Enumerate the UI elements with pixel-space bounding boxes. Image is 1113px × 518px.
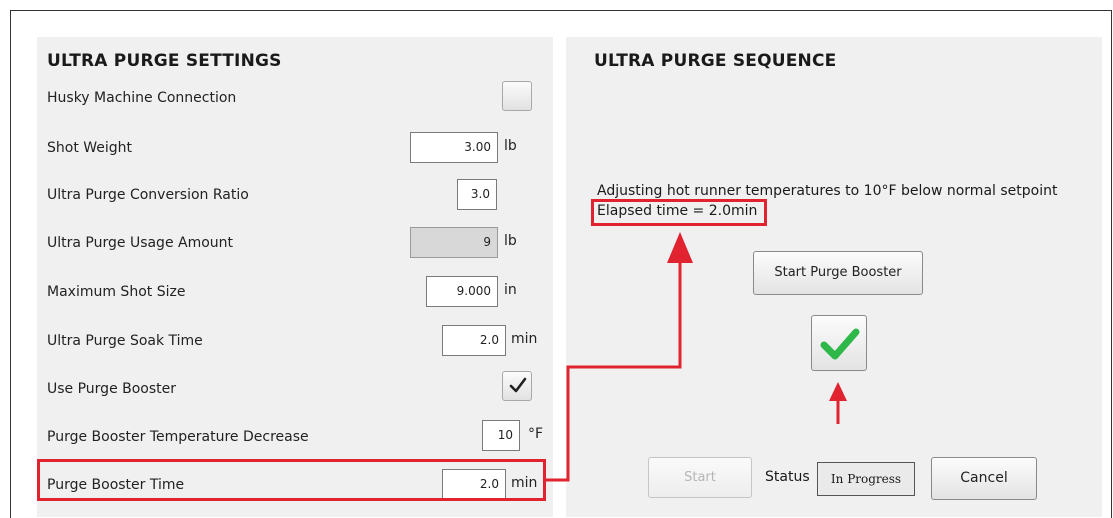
highlight-booster-time: [37, 459, 546, 501]
checkmark-icon: [509, 377, 527, 393]
usage-amount-unit: lb: [504, 233, 517, 249]
shot-weight-label: Shot Weight: [47, 140, 133, 156]
status-message: Adjusting hot runner temperatures to 10°…: [597, 183, 1058, 199]
use-booster-label: Use Purge Booster: [47, 381, 177, 397]
conversion-ratio-field[interactable]: 3.0: [457, 179, 497, 210]
max-shot-size-unit: in: [504, 282, 517, 298]
soak-time-label: Ultra Purge Soak Time: [47, 333, 203, 349]
cancel-button[interactable]: Cancel: [931, 457, 1037, 500]
max-shot-size-field[interactable]: 9.000: [426, 276, 498, 307]
start-button[interactable]: Start: [648, 457, 752, 498]
soak-time-field[interactable]: 2.0: [442, 325, 506, 356]
settings-title: ULTRA PURGE SETTINGS: [47, 51, 282, 71]
status-label: Status: [765, 469, 810, 485]
settings-panel: ULTRA PURGE SETTINGS Husky Machine Conne…: [37, 37, 553, 517]
use-booster-checkbox[interactable]: [502, 371, 532, 401]
husky-connection-label: Husky Machine Connection: [47, 90, 237, 106]
usage-amount-label: Ultra Purge Usage Amount: [47, 235, 234, 251]
booster-done-button[interactable]: [811, 315, 867, 371]
temp-decrease-label: Purge Booster Temperature Decrease: [47, 429, 309, 445]
sequence-panel: ULTRA PURGE SEQUENCE Adjusting hot runne…: [566, 37, 1102, 517]
sequence-title: ULTRA PURGE SEQUENCE: [594, 51, 837, 71]
conversion-ratio-label: Ultra Purge Conversion Ratio: [47, 187, 249, 203]
start-purge-booster-button[interactable]: Start Purge Booster: [753, 251, 923, 295]
temp-decrease-unit: °F: [528, 426, 544, 442]
soak-time-unit: min: [511, 331, 538, 347]
status-badge: In Progress: [817, 462, 915, 496]
green-checkmark-icon: [820, 328, 860, 360]
temp-decrease-field[interactable]: 10: [482, 420, 520, 451]
husky-connection-checkbox[interactable]: [502, 81, 532, 111]
highlight-elapsed-time: [591, 199, 767, 226]
usage-amount-field: 9: [410, 227, 498, 258]
shot-weight-unit: lb: [504, 138, 517, 154]
max-shot-size-label: Maximum Shot Size: [47, 284, 186, 300]
shot-weight-field[interactable]: 3.00: [410, 132, 498, 163]
